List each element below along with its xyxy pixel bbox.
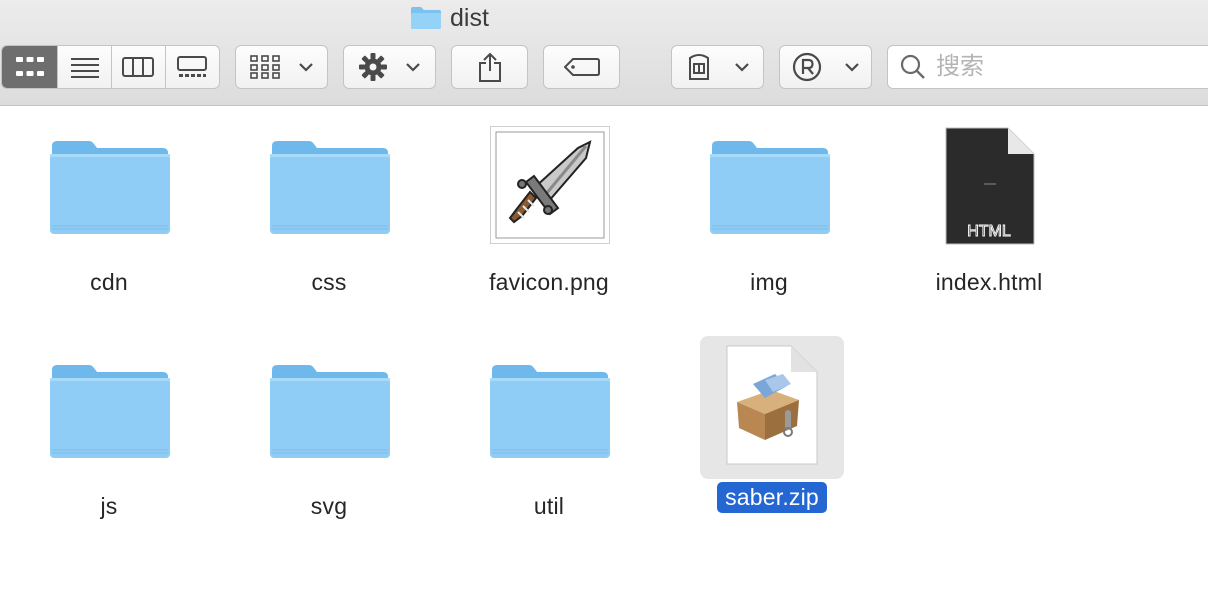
tag-icon [563,58,600,76]
file-name: css [311,269,347,295]
archive-tool-icon [688,54,709,80]
file-name: saber.zip [672,482,872,513]
html-document-icon: HTML [945,127,1035,245]
share-icon [478,52,501,82]
sword-image-thumbnail-icon [490,126,610,244]
gear-icon [358,53,387,81]
file-name: svg [310,493,348,519]
file-name: favicon.png [489,269,609,295]
file-item-saber-zip[interactable]: saber.zip [672,336,872,526]
group-grid-icon [249,55,280,79]
folder-icon [490,365,610,458]
window-title-text: dist [450,3,489,32]
file-item-img[interactable]: img [669,126,869,306]
zip-archive-icon [726,345,818,465]
gallery-view-button[interactable] [166,46,219,88]
icon-view-button[interactable] [2,46,59,88]
search-input[interactable] [936,53,1196,81]
file-name: util [533,493,565,519]
window-title: dist [410,4,489,32]
column-view-button[interactable] [112,46,166,88]
file-item-css[interactable]: css [229,126,429,306]
folder-icon [50,141,170,234]
folder-icon [710,141,830,234]
list-view-button[interactable] [58,46,112,88]
group-by-button[interactable] [235,45,328,89]
finder-toolbar: dist [0,0,1208,106]
folder-icon [270,365,390,458]
share-button[interactable] [451,45,528,89]
search-icon [900,54,925,79]
gallery-icon [177,56,208,77]
file-item-svg[interactable]: svg [229,350,429,530]
archive-tool-button[interactable] [671,45,764,89]
file-item-cdn[interactable]: cdn [9,126,209,306]
file-item-favicon[interactable]: favicon.png [449,126,649,306]
action-button[interactable] [343,45,436,89]
folder-icon [411,7,441,29]
chevron-down-icon [844,63,859,72]
folder-icon [270,141,390,234]
file-item-util[interactable]: util [449,350,649,530]
grid-icon [15,57,44,76]
file-name: js [100,493,118,519]
chevron-down-icon [734,63,749,72]
registered-tool-button[interactable] [779,45,872,89]
folder-icon [50,365,170,458]
file-name: cdn [90,269,128,295]
list-icon [70,58,99,78]
registered-r-icon [792,52,821,82]
chevron-down-icon [405,63,420,72]
file-item-index-html[interactable]: HTML index.html [889,126,1089,306]
tag-button[interactable] [543,45,620,89]
view-mode-control [1,45,220,89]
chevron-down-icon [298,63,313,72]
columns-icon [122,57,155,77]
file-name: index.html [935,269,1043,295]
file-item-js[interactable]: js [9,350,209,530]
search-field[interactable] [887,45,1208,89]
html-badge: HTML [967,223,1011,240]
file-name: img [750,269,788,295]
